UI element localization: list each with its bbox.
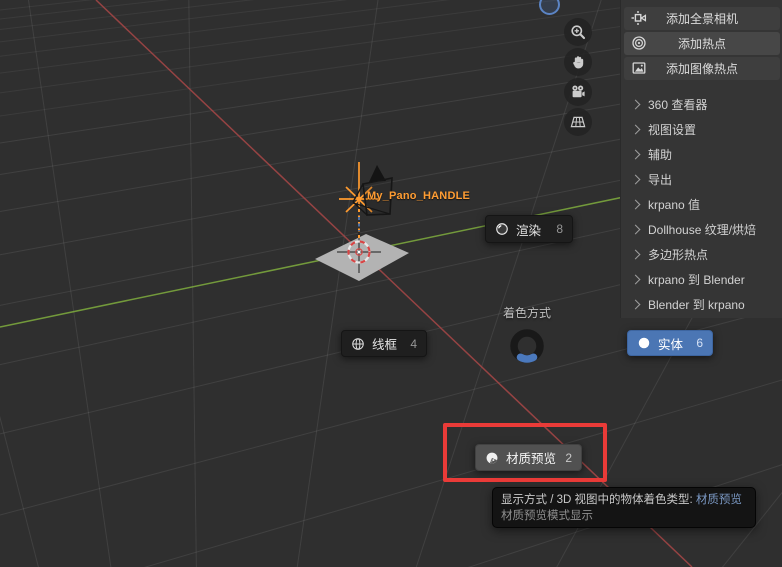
chevron-right-icon [630,199,641,209]
sidebar-panel: 添加全景相机 添加热点 添加图像热点 360 查看器 视图设置 辅助 导出 kr… [620,0,782,318]
section-export[interactable]: 导出 [621,167,782,192]
add-hotspot-button[interactable]: 添加热点 [624,32,780,55]
section-blender-to-krpano[interactable]: Blender 到 krpano [621,292,782,317]
camera-view-button[interactable] [564,78,592,106]
section-label: 辅助 [648,148,673,162]
button-label: 添加全景相机 [665,12,738,26]
pie-menu-title: 着色方式 [502,306,551,320]
orthographic-toggle-button[interactable] [564,108,592,136]
chevron-right-icon [630,149,641,159]
tooltip-value: 材质预览 [695,494,742,506]
section-label: Dollhouse 纹理/烘焙 [648,223,757,237]
section-label: krpano 到 Blender [648,273,745,287]
pan-view-button[interactable] [564,48,592,76]
add-pano-camera-button[interactable]: 添加全景相机 [624,7,780,30]
solid-sphere-icon [638,337,650,349]
tooltip-text: 显示方式 / 3D 视图中的物体着色类型: [501,494,696,506]
chevron-right-icon [630,299,641,309]
tooltip-line1: 显示方式 / 3D 视图中的物体着色类型: 材质预览 [501,492,747,508]
section-polygon-hotspot[interactable]: 多边形热点 [621,242,782,267]
image-icon [632,62,646,74]
add-image-hotspot-button[interactable]: 添加图像热点 [624,57,780,80]
section-label: 视图设置 [648,123,697,137]
chevron-right-icon [630,99,641,109]
grid-perspective-icon [570,116,586,128]
chevron-right-icon [630,224,641,234]
pie-item-label: 渲染 [516,223,542,238]
chevron-right-icon [630,124,641,134]
wireframe-sphere-icon [352,337,364,350]
blender-window: My_Pano_HANDLE 着色方式 渲染 8 线框 4 实体 6 材质预览 … [0,0,782,567]
button-label: 添加热点 [677,37,726,51]
annotation-highlight-box [443,423,607,482]
pano-camera-icon [631,11,647,25]
object-label[interactable]: My_Pano_HANDLE [367,190,470,202]
pie-item-wireframe[interactable]: 线框 4 [341,330,427,357]
section-label: 导出 [648,173,673,187]
section-dollhouse-texture-bake[interactable]: Dollhouse 纹理/烘焙 [621,217,782,242]
magnifier-plus-icon [571,25,586,40]
chevron-right-icon [630,249,641,259]
pie-item-label: 实体 [658,337,684,352]
pie-item-label: 线框 [372,338,398,352]
section-label: Blender 到 krpano [648,298,745,312]
movie-camera-icon [572,85,585,98]
pie-item-hotkey: 8 [556,222,563,236]
section-360-viewer[interactable]: 360 查看器 [621,92,782,117]
section-label: 360 查看器 [648,98,708,112]
pie-item-hotkey: 6 [696,336,703,350]
section-assist[interactable]: 辅助 [621,142,782,167]
section-krpano-values[interactable]: krpano 值 [621,192,782,217]
section-krpano-to-blender[interactable]: krpano 到 Blender [621,267,782,292]
hotspot-icon [632,36,646,50]
tooltip: 显示方式 / 3D 视图中的物体着色类型: 材质预览 材质预览模式显示 [492,487,756,528]
pie-direction-indicator [510,329,544,363]
pie-item-render[interactable]: 渲染 8 [485,215,573,243]
pie-item-hotkey: 4 [410,336,417,351]
section-label: krpano 值 [648,198,701,212]
pie-item-solid[interactable]: 实体 6 [627,330,713,356]
section-view-settings[interactable]: 视图设置 [621,117,782,142]
section-label: 多边形热点 [648,248,709,262]
chevron-right-icon [630,174,641,184]
render-sphere-icon [496,223,508,235]
zoom-in-button[interactable] [564,18,592,46]
button-label: 添加图像热点 [665,62,738,76]
hand-icon [573,56,584,69]
tooltip-line2: 材质预览模式显示 [501,510,593,522]
chevron-right-icon [630,274,641,284]
